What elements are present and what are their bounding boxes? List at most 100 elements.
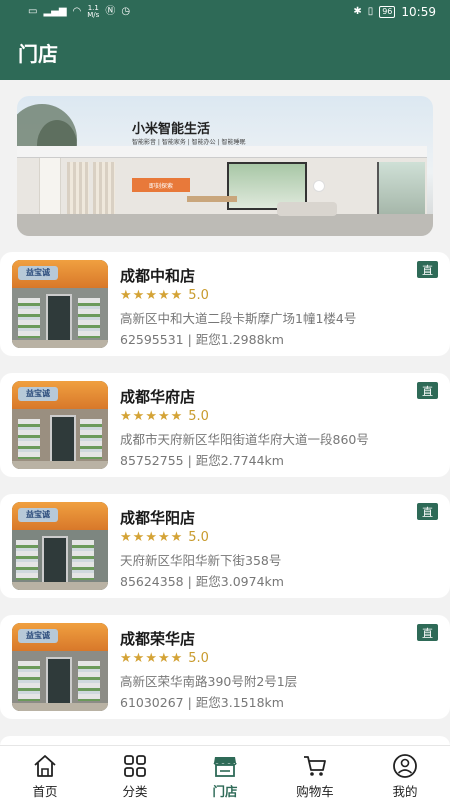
category-icon	[122, 753, 148, 779]
rating-value: 5.0	[188, 288, 209, 303]
store-name: 成都中和店	[120, 267, 196, 285]
home-icon	[32, 753, 58, 779]
wifi-icon: ◠	[72, 6, 82, 17]
bottom-nav: 首页 分类 门店 购物车 我的	[0, 745, 450, 800]
star-icon: ★	[120, 650, 132, 666]
store-shelf	[78, 298, 100, 338]
store-rating: ★ ★ ★ ★ ★ 5.0	[120, 530, 209, 545]
star-rating: ★ ★ ★ ★ ★	[120, 287, 183, 303]
star-icon: ★	[157, 529, 170, 545]
nfc-icon: Ⓝ	[105, 6, 116, 17]
page-title: 门店	[18, 41, 58, 66]
nav-label-category: 分类	[122, 784, 148, 799]
banner-sofa	[277, 202, 337, 216]
store-name: 成都华阳店	[120, 509, 196, 527]
star-icon: ★	[132, 650, 145, 666]
status-left: ▭ ▂▄▆ ◠ 1.1 M/s Ⓝ ◷	[28, 5, 130, 19]
store-card[interactable]: 益宝诚 成都荣华店 ★ ★ ★ ★ ★ 5.0 高新区荣华南路390号附2号1层…	[0, 615, 450, 719]
star-icon: ★	[157, 408, 170, 424]
nav-item-profile[interactable]: 我的	[360, 746, 450, 800]
store-logo: 益宝诚	[18, 629, 58, 643]
star-icon: ★	[170, 529, 183, 545]
star-icon: ★	[145, 287, 157, 303]
star-rating: ★ ★ ★ ★ ★	[120, 529, 183, 545]
store-ground	[12, 340, 108, 348]
store-phone-distance: 85752755 | 距您2.7744km	[120, 453, 284, 468]
direct-store-badge: 直	[417, 624, 438, 641]
star-icon: ★	[145, 650, 157, 666]
store-door	[42, 536, 68, 586]
vibrate-icon: ▯	[367, 6, 374, 17]
store-shelf	[18, 298, 40, 338]
signal-icon: ▂▄▆	[43, 6, 67, 17]
app-header: 门店	[0, 24, 450, 80]
network-speed: 1.1 M/s	[87, 5, 99, 19]
store-rating: ★ ★ ★ ★ ★ 5.0	[120, 409, 209, 424]
store-rating: ★ ★ ★ ★ ★ 5.0	[120, 651, 209, 666]
store-icon	[212, 753, 238, 779]
rating-value: 5.0	[188, 530, 209, 545]
store-logo: 益宝诚	[18, 508, 58, 522]
nav-item-cart[interactable]: 购物车	[270, 746, 360, 800]
store-phone-distance: 85624358 | 距您3.0974km	[120, 574, 284, 589]
store-shelf	[72, 540, 94, 580]
nav-label-profile: 我的	[392, 784, 418, 799]
store-rating: ★ ★ ★ ★ ★ 5.0	[120, 288, 209, 303]
star-icon: ★	[132, 287, 145, 303]
rating-value: 5.0	[188, 409, 209, 424]
nav-label-cart: 购物车	[296, 784, 334, 799]
star-icon: ★	[170, 287, 183, 303]
store-phone-distance: 61030267 | 距您3.1518km	[120, 695, 284, 710]
star-icon: ★	[145, 529, 157, 545]
star-icon: ★	[170, 650, 183, 666]
store-ground	[12, 703, 108, 711]
star-icon: ★	[170, 408, 183, 424]
nav-item-store[interactable]: 门店	[180, 746, 270, 800]
banner-roof	[17, 146, 427, 158]
banner-table	[187, 196, 237, 202]
store-card[interactable]: 益宝诚 成都华阳店 ★ ★ ★ ★ ★ 5.0 天府新区华阳华新下街358号 8…	[0, 494, 450, 598]
alarm-icon: ◷	[121, 6, 131, 17]
star-icon: ★	[120, 408, 132, 424]
store-name: 成都荣华店	[120, 630, 196, 648]
store-address: 成都市天府新区华阳街道华府大道一段860号	[120, 432, 369, 447]
store-shelf	[78, 661, 100, 701]
store-card[interactable]: 益宝诚 成都中和店 ★ ★ ★ ★ ★ 5.0 高新区中和大道二段卡斯摩广场1幢…	[0, 252, 450, 356]
promo-banner[interactable]: 小米智能生活 智能影音 | 智能家务 | 智能办公 | 智能睡眠 即刻探索	[17, 96, 433, 236]
store-name: 成都华府店	[120, 388, 196, 406]
nav-item-category[interactable]: 分类	[90, 746, 180, 800]
profile-icon	[392, 753, 418, 779]
status-time: 10:59	[401, 5, 436, 19]
star-icon: ★	[157, 650, 170, 666]
banner-title: 小米智能生活	[132, 122, 211, 137]
nav-label-home: 首页	[32, 784, 58, 799]
direct-store-badge: 直	[417, 503, 438, 520]
store-shelf	[80, 419, 102, 459]
sim-icon: ▭	[28, 6, 38, 17]
store-photo: 益宝诚	[12, 623, 108, 711]
store-ground	[12, 582, 108, 590]
direct-store-badge: 直	[417, 382, 438, 399]
banner-cta-button[interactable]: 即刻探索	[132, 178, 190, 192]
store-logo: 益宝诚	[18, 387, 58, 401]
store-phone-distance: 62595531 | 距您1.2988km	[120, 332, 284, 347]
store-card[interactable]: 益宝诚 成都华府店 ★ ★ ★ ★ ★ 5.0 成都市天府新区华阳街道华府大道一…	[0, 373, 450, 477]
store-door	[46, 294, 72, 344]
store-shelf	[16, 540, 38, 580]
banner-floor	[17, 214, 433, 236]
battery-indicator: 96	[379, 6, 396, 18]
store-address: 天府新区华阳华新下街358号	[120, 553, 282, 568]
star-icon: ★	[145, 408, 157, 424]
store-photo: 益宝诚	[12, 381, 108, 469]
store-shelf	[18, 419, 40, 459]
store-photo: 益宝诚	[12, 502, 108, 590]
star-icon: ★	[132, 408, 145, 424]
store-logo: 益宝诚	[18, 266, 58, 280]
nav-item-home[interactable]: 首页	[0, 746, 90, 800]
star-icon: ★	[157, 287, 170, 303]
store-shelf	[18, 661, 40, 701]
banner-glass-door	[377, 162, 425, 214]
store-ground	[12, 461, 108, 469]
network-speed-unit: M/s	[87, 11, 100, 19]
cart-icon	[302, 753, 328, 779]
